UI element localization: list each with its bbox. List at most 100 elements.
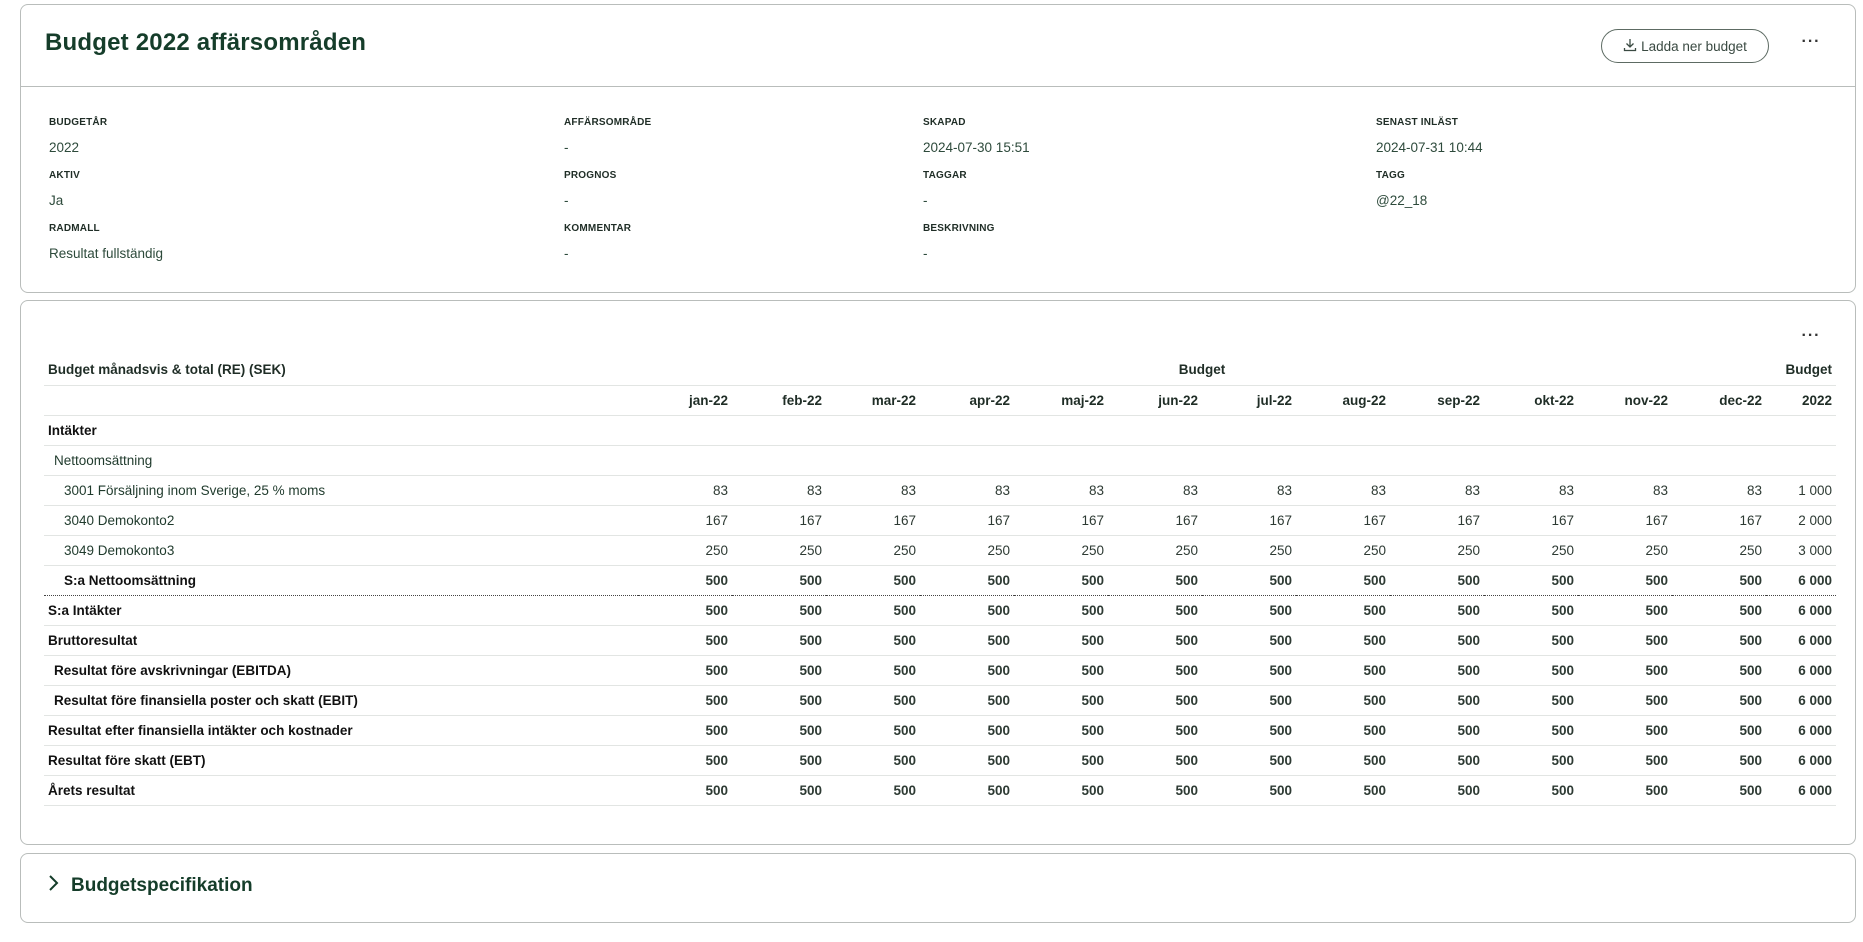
table-row: Resultat efter finansiella intäkter och … [44,715,1836,746]
month-value-cell: 250 [920,535,1014,566]
month-value-cell: 500 [920,655,1014,686]
total-value-cell: 6 000 [1766,655,1836,686]
month-value-cell: 83 [920,475,1014,506]
row-label: Resultat före skatt (EBT) [44,745,638,776]
table-caption: Budget månadsvis & total (RE) (SEK) [44,355,638,386]
month-column-header: jul-22 [1202,385,1296,416]
month-value-cell: 500 [1014,745,1108,776]
month-value-cell [732,445,826,476]
row-label: S:a Nettoomsättning [44,565,638,596]
month-column-header: apr-22 [920,385,1014,416]
month-value-cell: 500 [638,775,732,806]
month-value-cell [1014,445,1108,476]
meta-value: Ja [49,193,64,208]
table-row: 3049 Demokonto3 250 250 250 250 250 250 250 250 2… [44,535,1836,566]
month-value-cell [1390,445,1484,476]
month-value-cell: 250 [1202,535,1296,566]
month-value-cell [638,415,732,446]
table-group-header-row: Budget månadsvis & total (RE) (SEK) Budg… [44,355,1836,386]
month-value-cell: 500 [1390,685,1484,716]
month-value-cell: 500 [1202,595,1296,626]
meta-label: RADMALL [49,223,100,234]
header-more-options-icon[interactable]: ··· [1797,34,1825,55]
month-value-cell: 500 [826,775,920,806]
table-row: S:a Nettoomsättning 500 500 500 500 500 500 500… [44,565,1836,596]
row-label: S:a Intäkter [44,595,638,626]
meta-value: Resultat fullständig [49,246,164,261]
month-column-header: okt-22 [1484,385,1578,416]
month-value-cell: 500 [1484,745,1578,776]
row-label: 3001 Försäljning inom Sverige, 25 % moms [44,475,638,506]
month-value-cell: 500 [1296,775,1390,806]
month-column-header: aug-22 [1296,385,1390,416]
month-column-header: jan-22 [638,385,732,416]
month-value-cell: 500 [1108,565,1202,596]
month-value-cell: 83 [1296,475,1390,506]
month-value-cell: 500 [1296,715,1390,746]
month-value-cell [1296,445,1390,476]
month-value-cell: 500 [1672,565,1766,596]
download-budget-button[interactable]: Ladda ner budget [1601,29,1769,63]
month-value-cell: 500 [1014,655,1108,686]
meta-value: 2022 [49,140,80,155]
month-value-cell: 500 [732,595,826,626]
month-value-cell: 500 [1484,775,1578,806]
month-value-cell: 500 [732,655,826,686]
month-value-cell: 500 [826,565,920,596]
month-column-header: dec-22 [1672,385,1766,416]
month-value-cell: 167 [920,505,1014,536]
month-value-cell: 500 [920,745,1014,776]
row-label: 3049 Demokonto3 [44,535,638,566]
month-value-cell: 500 [1014,685,1108,716]
month-value-cell: 500 [1202,715,1296,746]
month-value-cell [1108,445,1202,476]
month-value-cell: 500 [1672,685,1766,716]
month-value-cell: 250 [638,535,732,566]
meta-label: SENAST INLÄST [1376,117,1459,128]
month-value-cell: 500 [1390,775,1484,806]
total-value-cell: 6 000 [1766,685,1836,716]
month-value-cell: 500 [1202,745,1296,776]
month-value-cell [920,415,1014,446]
month-value-cell: 167 [1014,505,1108,536]
month-value-cell: 500 [1296,745,1390,776]
month-value-cell: 167 [1296,505,1390,536]
total-value-cell: 6 000 [1766,745,1836,776]
month-value-cell: 250 [732,535,826,566]
month-value-cell: 500 [1108,625,1202,656]
month-value-cell [1108,415,1202,446]
month-value-cell: 500 [920,715,1014,746]
month-value-cell: 500 [1578,715,1672,746]
budget-table-card: ··· Budget månadsvis & total (RE) (SEK) … [20,300,1856,845]
table-row: Resultat före skatt (EBT) 500 500 500 500 500… [44,745,1836,776]
month-value-cell: 500 [1390,625,1484,656]
month-value-cell: 500 [1202,775,1296,806]
budget-table: Budget månadsvis & total (RE) (SEK) Budg… [44,355,1836,806]
month-value-cell: 500 [638,565,732,596]
meta-value: - [564,246,569,261]
month-value-cell [920,445,1014,476]
month-value-cell: 500 [826,595,920,626]
month-value-cell: 500 [826,715,920,746]
table-more-options-icon[interactable]: ··· [1797,328,1825,349]
month-value-cell [1672,445,1766,476]
month-value-cell: 500 [1108,655,1202,686]
month-value-cell: 500 [732,565,826,596]
month-value-cell: 83 [1672,475,1766,506]
month-value-cell: 500 [1484,595,1578,626]
table-column-header-row: jan-22 feb-22 mar-22 apr-22 maj-22 jun-22 jul-… [44,385,1836,416]
meta-label: AFFÄRSOMRÅDE [564,117,652,128]
download-budget-label: Ladda ner budget [1641,38,1747,54]
budget-spec-toggle[interactable]: Budgetspecifikation [47,874,253,897]
month-value-cell: 500 [826,625,920,656]
total-value-cell [1766,445,1836,476]
budget-total-group-header: Budget [1766,355,1836,386]
row-label: Intäkter [44,415,638,446]
month-value-cell: 167 [1108,505,1202,536]
month-value-cell: 500 [1108,775,1202,806]
total-value-cell: 6 000 [1766,565,1836,596]
month-value-cell [732,415,826,446]
month-value-cell: 167 [1202,505,1296,536]
meta-label: TAGG [1376,170,1405,181]
month-value-cell: 500 [1578,625,1672,656]
